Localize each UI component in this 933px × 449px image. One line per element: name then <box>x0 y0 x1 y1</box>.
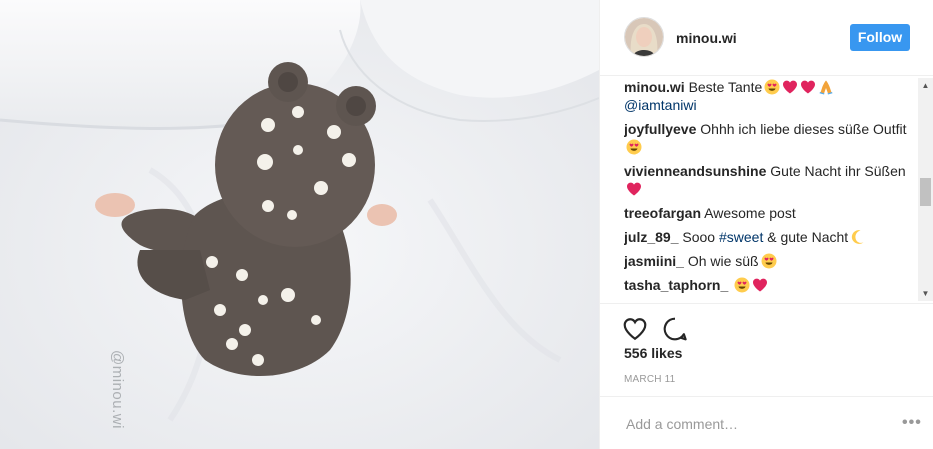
comment-username[interactable]: vivienneandsunshine <box>624 163 766 179</box>
comment-text: Awesome post <box>704 205 796 221</box>
post-header: minou.wi Follow <box>600 0 933 76</box>
scrollbar-thumb[interactable] <box>920 178 931 206</box>
scroll-down-arrow-icon[interactable]: ▼ <box>918 286 933 301</box>
comment-item: joyfullyeve Ohhh ich liebe dieses süße O… <box>624 120 914 156</box>
comment-text: Oh wie süß <box>687 253 759 269</box>
heart-eyes-emoji <box>626 139 642 155</box>
hashtag-link[interactable]: #sweet <box>719 229 763 245</box>
emoji-group <box>624 139 642 155</box>
comment-text: Beste Tante <box>688 79 763 95</box>
comment-username[interactable]: julz_89_ <box>624 229 678 245</box>
comment-username[interactable]: jasmiini_ <box>624 253 684 269</box>
comment-item: treeofargan Awesome post <box>624 204 914 222</box>
emoji-group <box>732 277 768 293</box>
comment-item: jasmiini_ Oh wie süß <box>624 252 914 270</box>
comment-list: minou.wi Beste Tante @iamtaniwi joyfully… <box>624 78 914 300</box>
instagram-post: @minou.wi minou.wi Follow minou.wi Beste… <box>0 0 933 449</box>
comment-text: Ohhh ich liebe dieses süße Outfit <box>700 121 907 137</box>
emoji-group <box>624 181 642 197</box>
emoji-group <box>759 253 777 269</box>
comment-item: tasha_taphorn_ <box>624 276 914 294</box>
comment-item: minou.wi Beste Tante @iamtaniwi <box>624 78 914 114</box>
comment-text: Gute Nacht ihr Süßen <box>770 163 906 179</box>
comment-scrollbar[interactable]: ▲ ▼ <box>918 78 933 301</box>
comment-input[interactable] <box>624 411 888 437</box>
heart-eyes-emoji <box>761 253 777 269</box>
comment-username[interactable]: treeofargan <box>624 205 701 221</box>
emoji-group <box>848 229 866 245</box>
heart-outline-icon[interactable] <box>622 316 648 342</box>
like-count[interactable]: 556 likes <box>624 345 682 361</box>
photo-watermark: @minou.wi <box>109 350 126 429</box>
action-bar <box>600 303 933 341</box>
pray-emoji <box>819 80 833 95</box>
red-heart-emoji <box>801 80 816 94</box>
red-heart-emoji <box>627 182 641 196</box>
post-side-panel: minou.wi Follow minou.wi Beste Tante @ia… <box>599 0 933 449</box>
red-heart-emoji <box>783 80 798 94</box>
red-heart-emoji <box>753 278 768 292</box>
comment-item: julz_89_ Sooo #sweet & gute Nacht <box>624 228 914 246</box>
comment-text: & gute Nacht <box>767 229 849 245</box>
heart-eyes-emoji <box>734 277 750 293</box>
follow-button[interactable]: Follow <box>850 24 910 51</box>
avatar-image <box>625 18 663 56</box>
comment-username[interactable]: minou.wi <box>624 79 685 95</box>
baby-photo-illustration <box>0 0 599 449</box>
comment-username[interactable]: joyfullyeve <box>624 121 696 137</box>
comment-item: vivienneandsunshine Gute Nacht ihr Süßen <box>624 162 914 198</box>
scroll-up-arrow-icon[interactable]: ▲ <box>918 78 933 93</box>
post-date: MARCH 11 <box>624 374 676 385</box>
emoji-group <box>762 79 834 95</box>
add-comment-bar: ••• <box>600 396 933 449</box>
more-options-icon[interactable]: ••• <box>902 414 922 432</box>
avatar[interactable] <box>624 17 664 57</box>
mention-link[interactable]: @iamtaniwi <box>624 97 697 113</box>
comment-bubble-icon[interactable] <box>662 316 688 342</box>
comment-username[interactable]: tasha_taphorn_ <box>624 277 728 293</box>
comment-text: Sooo <box>682 229 716 245</box>
post-photo[interactable]: @minou.wi <box>0 0 599 449</box>
moon-emoji <box>852 230 864 244</box>
heart-eyes-emoji <box>764 79 780 95</box>
post-username[interactable]: minou.wi <box>676 30 737 46</box>
